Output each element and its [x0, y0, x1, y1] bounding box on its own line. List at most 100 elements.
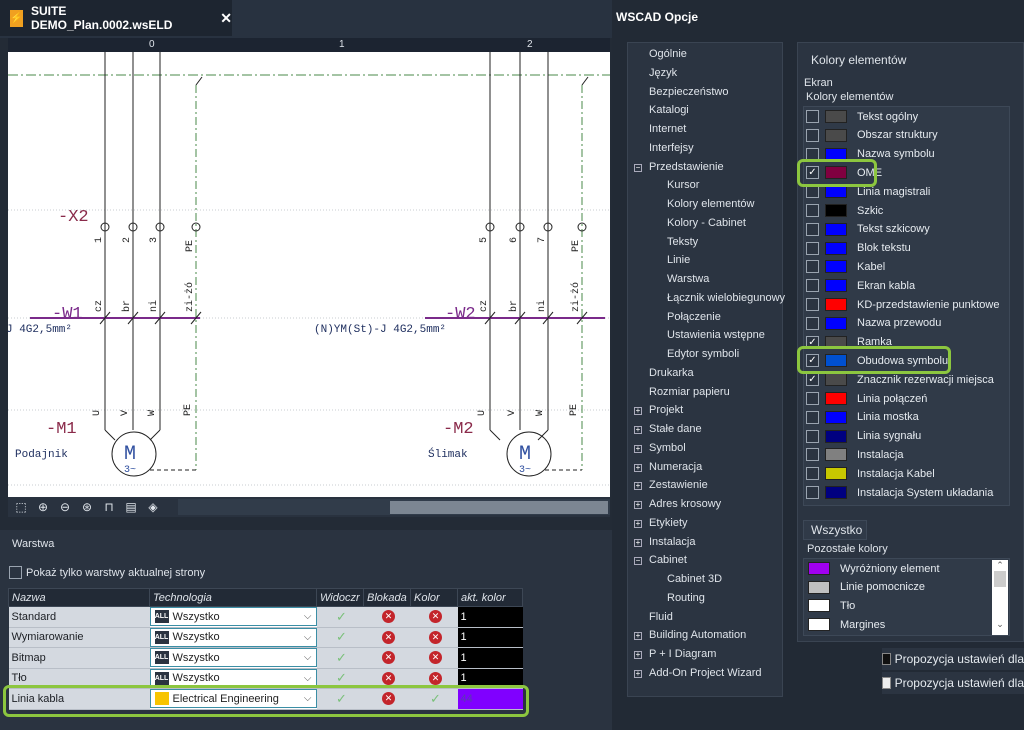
technology-select[interactable]: ALL Wszystko ⌵: [149, 627, 317, 647]
table-row[interactable]: Wymiarowanie ALL Wszystko ⌵ ✓ ✕ ✕ 1: [8, 627, 523, 648]
element-color-row[interactable]: Instalacja: [806, 446, 903, 463]
lock-toggle[interactable]: ✕: [363, 627, 411, 648]
color-toggle[interactable]: ✕: [410, 627, 458, 648]
zoom-fit-icon[interactable]: ⊛: [78, 499, 96, 515]
color-swatch[interactable]: [825, 241, 847, 255]
color-swatch[interactable]: [825, 486, 847, 499]
checkbox[interactable]: [806, 110, 819, 123]
color-swatch[interactable]: [825, 185, 847, 199]
color-swatch[interactable]: [825, 448, 847, 462]
checkbox[interactable]: [806, 279, 819, 293]
checkbox[interactable]: [806, 185, 819, 199]
tree-item[interactable]: Drukarka: [649, 367, 694, 379]
color-toggle[interactable]: ✕: [410, 647, 458, 669]
checkbox[interactable]: [806, 222, 819, 236]
tree-item[interactable]: Symbol: [649, 442, 686, 454]
color-swatch[interactable]: [808, 599, 830, 613]
tree-item[interactable]: Adres krosowy: [649, 498, 721, 510]
expand-icon[interactable]: +: [634, 651, 642, 659]
tree-item[interactable]: Cabinet 3D: [667, 573, 722, 585]
technology-select[interactable]: ALL Wszystko ⌵: [149, 607, 317, 627]
other-color-row[interactable]: Tło: [808, 599, 855, 613]
checkbox[interactable]: [806, 486, 819, 499]
tree-item[interactable]: Ustawienia wstępne: [667, 329, 765, 341]
tree-item[interactable]: P + I Diagram: [649, 648, 716, 660]
color-swatch[interactable]: [825, 298, 847, 311]
checkbox[interactable]: [806, 241, 819, 255]
close-tab-button[interactable]: ✕: [220, 10, 232, 27]
tree-item[interactable]: Stałe dane: [649, 423, 702, 435]
tree-item[interactable]: Internet: [649, 123, 686, 135]
column-header[interactable]: Kolor: [410, 588, 458, 607]
checkbox[interactable]: [806, 467, 819, 481]
column-header[interactable]: Widoczr: [316, 588, 364, 607]
tree-item[interactable]: Warstwa: [667, 273, 709, 285]
color-swatch[interactable]: [825, 110, 847, 123]
table-row[interactable]: Standard ALL Wszystko ⌵ ✓ ✕ ✕ 1: [8, 606, 523, 628]
tree-item[interactable]: Fluid: [649, 611, 673, 623]
layers-icon[interactable]: ◈: [144, 499, 162, 515]
lock-toggle[interactable]: ✕: [363, 647, 411, 669]
color-swatch[interactable]: [825, 279, 847, 293]
tree-item[interactable]: Kursor: [667, 179, 699, 191]
color-swatch[interactable]: [808, 618, 830, 632]
other-color-row[interactable]: Linie pomocnicze: [808, 580, 925, 594]
technology-select[interactable]: ALL Wszystko ⌵: [149, 648, 317, 668]
checkbox[interactable]: ✓: [806, 373, 819, 387]
expand-icon[interactable]: +: [634, 407, 642, 416]
element-color-row[interactable]: Instalacja System układania: [806, 484, 993, 501]
expand-icon[interactable]: +: [634, 501, 642, 509]
element-color-row[interactable]: Nazwa przewodu: [806, 315, 941, 332]
tree-item[interactable]: Ogólnie: [649, 48, 687, 60]
tree-item[interactable]: Język: [649, 67, 677, 79]
column-header[interactable]: Nazwa: [8, 588, 150, 607]
other-color-row[interactable]: Margines: [808, 618, 885, 632]
tree-item[interactable]: Add-On Project Wizard: [649, 667, 761, 679]
table-row[interactable]: Bitmap ALL Wszystko ⌵ ✓ ✕ ✕ 1: [8, 647, 523, 669]
element-color-row[interactable]: Linia połączeń: [806, 390, 927, 407]
color-swatch[interactable]: [825, 467, 847, 481]
document-tab[interactable]: ⚡ SUITE DEMO_Plan.0002.wsELD ✕: [0, 0, 232, 36]
tree-item[interactable]: Katalogi: [649, 104, 689, 116]
checkbox[interactable]: [806, 316, 819, 330]
element-color-row[interactable]: Tekst ogólny: [806, 108, 918, 125]
current-color-cell[interactable]: 1: [457, 647, 523, 669]
checkbox[interactable]: [806, 260, 819, 274]
tree-item[interactable]: Etykiety: [649, 517, 688, 529]
tree-item[interactable]: Routing: [667, 592, 705, 604]
current-color-cell[interactable]: 1: [457, 606, 523, 628]
tree-item[interactable]: Building Automation: [649, 629, 746, 641]
tree-item[interactable]: Cabinet: [649, 554, 687, 566]
color-swatch[interactable]: [825, 410, 847, 424]
column-header[interactable]: Technologia: [149, 588, 317, 607]
checkbox[interactable]: [806, 204, 819, 217]
page-settings-icon[interactable]: ▤: [122, 499, 140, 515]
scrollbar-thumb[interactable]: [390, 501, 608, 514]
color-swatch[interactable]: [825, 373, 847, 387]
visible-toggle[interactable]: ✓: [316, 606, 364, 628]
lock-toggle[interactable]: ✕: [363, 606, 411, 628]
tree-item[interactable]: Teksty: [667, 236, 698, 248]
expand-icon[interactable]: +: [634, 463, 642, 472]
expand-icon[interactable]: +: [634, 538, 642, 547]
collapse-icon[interactable]: −: [634, 557, 642, 566]
tree-item[interactable]: Kolory - Cabinet: [667, 217, 746, 229]
color-swatch[interactable]: [825, 392, 847, 405]
element-color-row[interactable]: Instalacja Kabel: [806, 465, 935, 482]
checkbox[interactable]: [806, 392, 819, 405]
checkbox[interactable]: [806, 448, 819, 462]
collapse-icon[interactable]: −: [634, 163, 642, 172]
tree-item[interactable]: Łącznik wielobiegunowy: [667, 292, 785, 304]
checkbox[interactable]: [806, 298, 819, 311]
other-color-row[interactable]: Wyróżniony element: [808, 562, 940, 575]
only-current-page-checkbox[interactable]: Pokaż tylko warstwy aktualnej strony: [9, 566, 205, 579]
page-frame-icon[interactable]: ⊓: [100, 499, 118, 515]
tree-item[interactable]: Interfejsy: [649, 142, 694, 154]
color-swatch[interactable]: [808, 580, 830, 594]
visible-toggle[interactable]: ✓: [316, 627, 364, 648]
zoom-in-icon[interactable]: ⊕: [34, 499, 52, 515]
tree-item[interactable]: Edytor symboli: [667, 348, 739, 360]
element-color-row[interactable]: Linia mostka: [806, 409, 919, 426]
tree-item[interactable]: Instalacja: [649, 536, 695, 548]
expand-icon[interactable]: +: [634, 444, 642, 453]
